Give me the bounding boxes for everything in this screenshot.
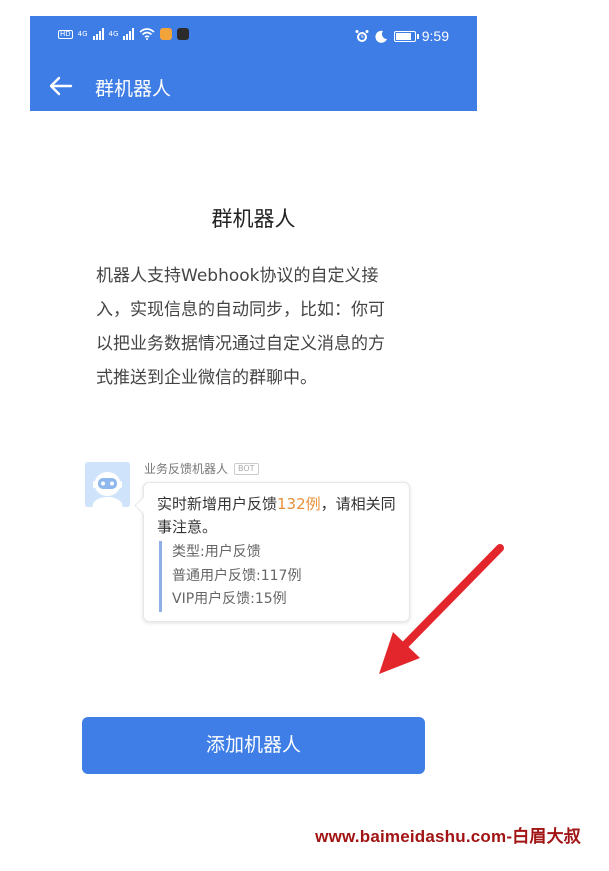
add-robot-button[interactable]: 添加机器人 xyxy=(82,717,425,774)
message-details: 类型:用户反馈 普通用户反馈:117例 VIP用户反馈:15例 xyxy=(159,541,301,612)
moon-icon xyxy=(375,30,387,43)
alarm-icon xyxy=(355,30,369,42)
signal-icon xyxy=(123,28,135,40)
description-line: 入，实现信息的自动同步，比如：你可 xyxy=(96,300,385,320)
bot-name-row: 业务反馈机器人 BOT xyxy=(144,460,259,477)
wifi-icon xyxy=(139,28,155,40)
status-time: 9:59 xyxy=(421,28,449,44)
phone-screen: HD 4G 4G 9:59 群机器人 群机器人 机器人支持Webhook协议的自… xyxy=(30,16,477,871)
app-notification-icon xyxy=(177,28,190,40)
nav-bar: 群机器人 xyxy=(30,62,477,111)
network-label-1: 4G xyxy=(77,29,88,38)
bot-badge: BOT xyxy=(234,462,259,475)
status-left: HD 4G 4G xyxy=(58,28,190,40)
network-label-2: 4G xyxy=(108,29,119,38)
hd-icon: HD xyxy=(58,29,73,39)
app-notification-icon xyxy=(160,28,173,40)
battery-icon xyxy=(393,30,419,42)
status-right: 9:59 xyxy=(355,28,449,44)
page-title: 群机器人 xyxy=(211,207,296,231)
description-line: 式推送到企业微信的群聊中。 xyxy=(96,368,317,388)
detail-line: 普通用户反馈:117例 xyxy=(172,567,302,584)
bot-name: 业务反馈机器人 xyxy=(144,462,229,476)
signal-icon xyxy=(92,28,104,40)
message-highlight: 132例 xyxy=(277,495,321,513)
description: 机器人支持Webhook协议的自定义接 入，实现信息的自动同步，比如：你可 以把… xyxy=(96,259,412,395)
description-line: 以把业务数据情况通过自定义消息的方 xyxy=(96,334,385,354)
arrow-left-icon[interactable] xyxy=(47,72,75,100)
description-line: 机器人支持Webhook协议的自定义接 xyxy=(96,266,379,286)
detail-line: VIP用户反馈:15例 xyxy=(172,591,287,607)
red-arrow-annotation xyxy=(379,544,504,674)
status-bar: HD 4G 4G 9:59 xyxy=(30,16,477,62)
robot-icon xyxy=(85,462,130,507)
message-text: 实时新增用户反馈132例，请相关同事注意。 xyxy=(157,493,402,539)
bot-avatar xyxy=(85,462,130,507)
message-prefix: 实时新增用户反馈 xyxy=(157,495,278,513)
detail-line: 类型:用户反馈 xyxy=(172,544,261,560)
watermark: www.baimeidashu.com-白眉大叔 xyxy=(315,827,581,846)
nav-title: 群机器人 xyxy=(95,78,172,100)
